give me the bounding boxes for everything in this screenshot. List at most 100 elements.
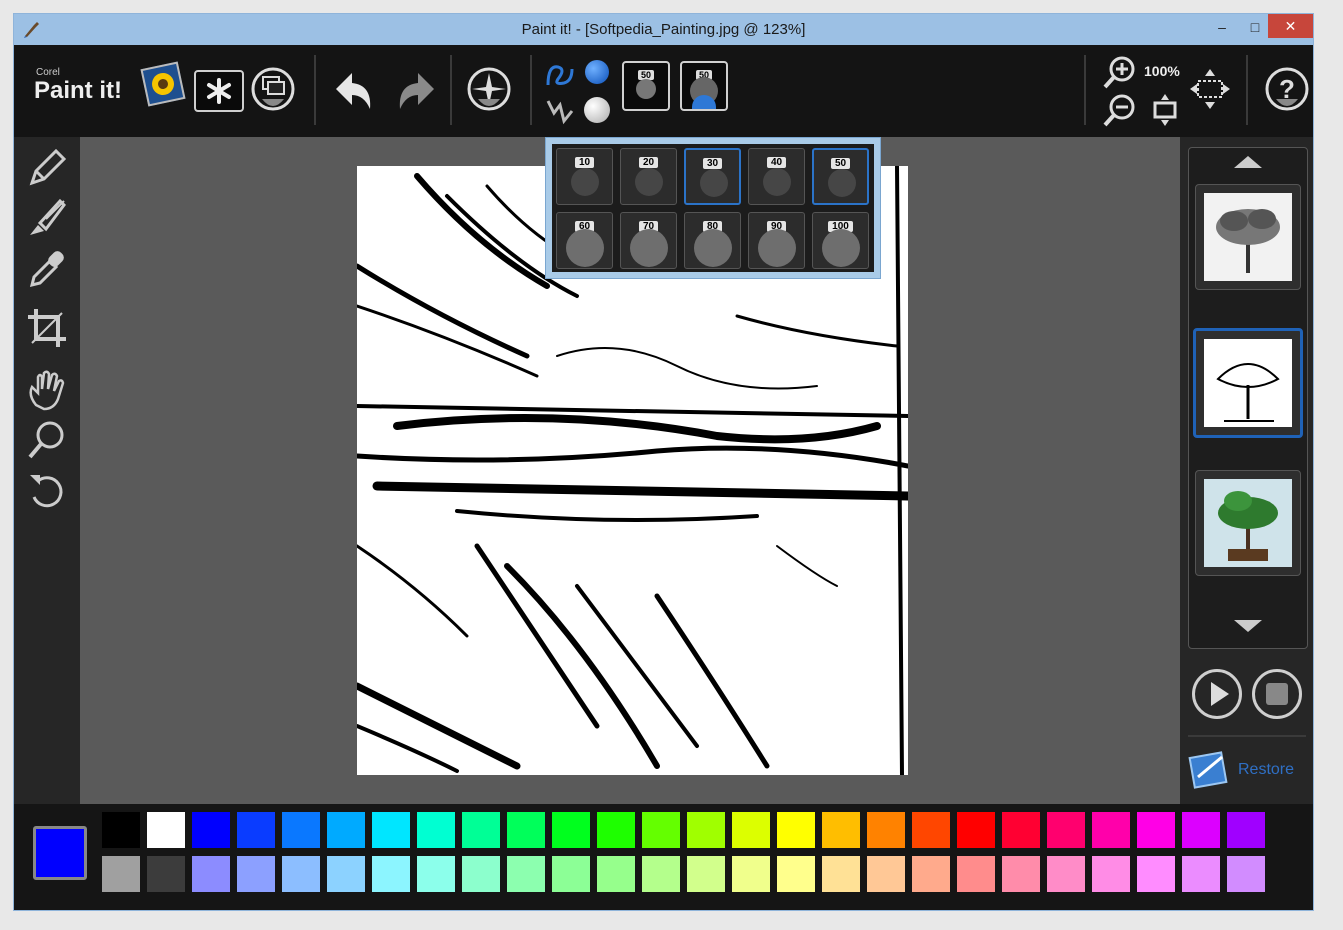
- zoom-tool[interactable]: [22, 417, 72, 463]
- color-swatch[interactable]: [1182, 856, 1220, 892]
- redo-button[interactable]: [384, 61, 440, 121]
- color-swatch[interactable]: [372, 856, 410, 892]
- color-swatch[interactable]: [462, 812, 500, 848]
- fit-to-window-button[interactable]: [1148, 93, 1182, 127]
- color-swatch[interactable]: [1182, 812, 1220, 848]
- color-swatch[interactable]: [1047, 812, 1085, 848]
- color-swatch[interactable]: [552, 856, 590, 892]
- brush-size-option[interactable]: 90: [748, 212, 805, 269]
- minimize-button[interactable]: –: [1207, 16, 1237, 38]
- style-thumb-ink[interactable]: [1193, 328, 1303, 438]
- color-swatch[interactable]: [777, 856, 815, 892]
- color-swatch[interactable]: [687, 856, 725, 892]
- color-swatch[interactable]: [1092, 856, 1130, 892]
- help-button[interactable]: ?: [1264, 65, 1310, 117]
- brush-size-option[interactable]: 70: [620, 212, 677, 269]
- current-color-swatch[interactable]: [33, 826, 87, 880]
- color-swatch[interactable]: [1227, 856, 1265, 892]
- color-swatch[interactable]: [192, 856, 230, 892]
- brush-size-option[interactable]: 100: [812, 212, 869, 269]
- color-swatch[interactable]: [912, 856, 950, 892]
- asterisk-icon: [207, 78, 231, 104]
- crop-tool[interactable]: [22, 305, 72, 351]
- stroke-style-alt-button[interactable]: [544, 95, 578, 127]
- color-swatch[interactable]: [1227, 812, 1265, 848]
- color-swatch[interactable]: [327, 812, 365, 848]
- color-swatch[interactable]: [1047, 856, 1085, 892]
- color-swatch[interactable]: [327, 856, 365, 892]
- color-swatch[interactable]: [507, 812, 545, 848]
- color-swatch[interactable]: [417, 812, 455, 848]
- color-swatch[interactable]: [147, 812, 185, 848]
- color-swatch[interactable]: [732, 812, 770, 848]
- color-swatch[interactable]: [642, 856, 680, 892]
- color-swatch[interactable]: [552, 812, 590, 848]
- scroll-up-button[interactable]: [1189, 154, 1307, 175]
- color-swatch[interactable]: [1137, 856, 1175, 892]
- color-swatch[interactable]: [282, 812, 320, 848]
- color-swatch[interactable]: [417, 856, 455, 892]
- rotate-tool[interactable]: [22, 467, 72, 513]
- pencil-tool[interactable]: [22, 145, 72, 191]
- color-swatch[interactable]: [1137, 812, 1175, 848]
- color-swatch[interactable]: [597, 812, 635, 848]
- color-swatch[interactable]: [102, 856, 140, 892]
- color-blue-button[interactable]: [585, 60, 609, 84]
- fit-window-icon: [1153, 94, 1177, 126]
- brush-size-option[interactable]: 80: [684, 212, 741, 269]
- color-swatch[interactable]: [912, 812, 950, 848]
- color-swatch[interactable]: [687, 812, 725, 848]
- brush-size-button[interactable]: 50: [622, 61, 670, 111]
- undo-button[interactable]: [330, 61, 386, 121]
- color-swatch[interactable]: [192, 812, 230, 848]
- color-swatch[interactable]: [147, 856, 185, 892]
- brush-tool[interactable]: [22, 195, 72, 241]
- style-dial-button[interactable]: [466, 65, 512, 117]
- brush-size-option[interactable]: 20: [620, 148, 677, 205]
- brush-size-option[interactable]: 50: [812, 148, 869, 205]
- color-swatch[interactable]: [957, 856, 995, 892]
- color-swatch[interactable]: [507, 856, 545, 892]
- color-swatch[interactable]: [237, 812, 275, 848]
- color-white-button[interactable]: [584, 97, 610, 123]
- brush-opacity-button[interactable]: 50: [680, 61, 728, 111]
- style-thumb-photo[interactable]: [1195, 470, 1301, 576]
- windows-button[interactable]: [250, 65, 296, 117]
- zoom-out-button[interactable]: [1102, 93, 1138, 129]
- close-button[interactable]: ✕: [1268, 14, 1313, 38]
- color-swatch[interactable]: [1092, 812, 1130, 848]
- scroll-down-button[interactable]: [1189, 618, 1307, 639]
- color-swatch[interactable]: [867, 856, 905, 892]
- brush-size-option[interactable]: 40: [748, 148, 805, 205]
- brush-size-option[interactable]: 10: [556, 148, 613, 205]
- color-swatch[interactable]: [1002, 856, 1040, 892]
- color-swatch[interactable]: [777, 812, 815, 848]
- stop-button[interactable]: [1252, 669, 1302, 719]
- color-swatch[interactable]: [642, 812, 680, 848]
- color-swatch[interactable]: [1002, 812, 1040, 848]
- stroke-style-button[interactable]: [544, 59, 578, 91]
- brush-size-option[interactable]: 60: [556, 212, 613, 269]
- color-swatch[interactable]: [822, 856, 860, 892]
- zoom-in-button[interactable]: [1102, 55, 1138, 91]
- eyedropper-tool[interactable]: [22, 245, 72, 291]
- restore-button[interactable]: Restore: [1188, 747, 1312, 795]
- zoom-100-button[interactable]: 100%: [1144, 63, 1180, 79]
- color-swatch[interactable]: [867, 812, 905, 848]
- actual-size-button[interactable]: [1188, 67, 1232, 111]
- color-swatch[interactable]: [372, 812, 410, 848]
- hand-tool[interactable]: [22, 367, 72, 413]
- play-button[interactable]: [1192, 669, 1242, 719]
- maximize-button[interactable]: □: [1240, 16, 1270, 38]
- color-swatch[interactable]: [822, 812, 860, 848]
- color-swatch[interactable]: [282, 856, 320, 892]
- color-swatch[interactable]: [732, 856, 770, 892]
- color-swatch[interactable]: [237, 856, 275, 892]
- new-canvas-button[interactable]: [194, 70, 244, 112]
- color-swatch[interactable]: [462, 856, 500, 892]
- color-swatch[interactable]: [957, 812, 995, 848]
- color-swatch[interactable]: [102, 812, 140, 848]
- color-swatch[interactable]: [597, 856, 635, 892]
- style-thumb-sketch[interactable]: [1195, 184, 1301, 290]
- brush-size-option[interactable]: 30: [684, 148, 741, 205]
